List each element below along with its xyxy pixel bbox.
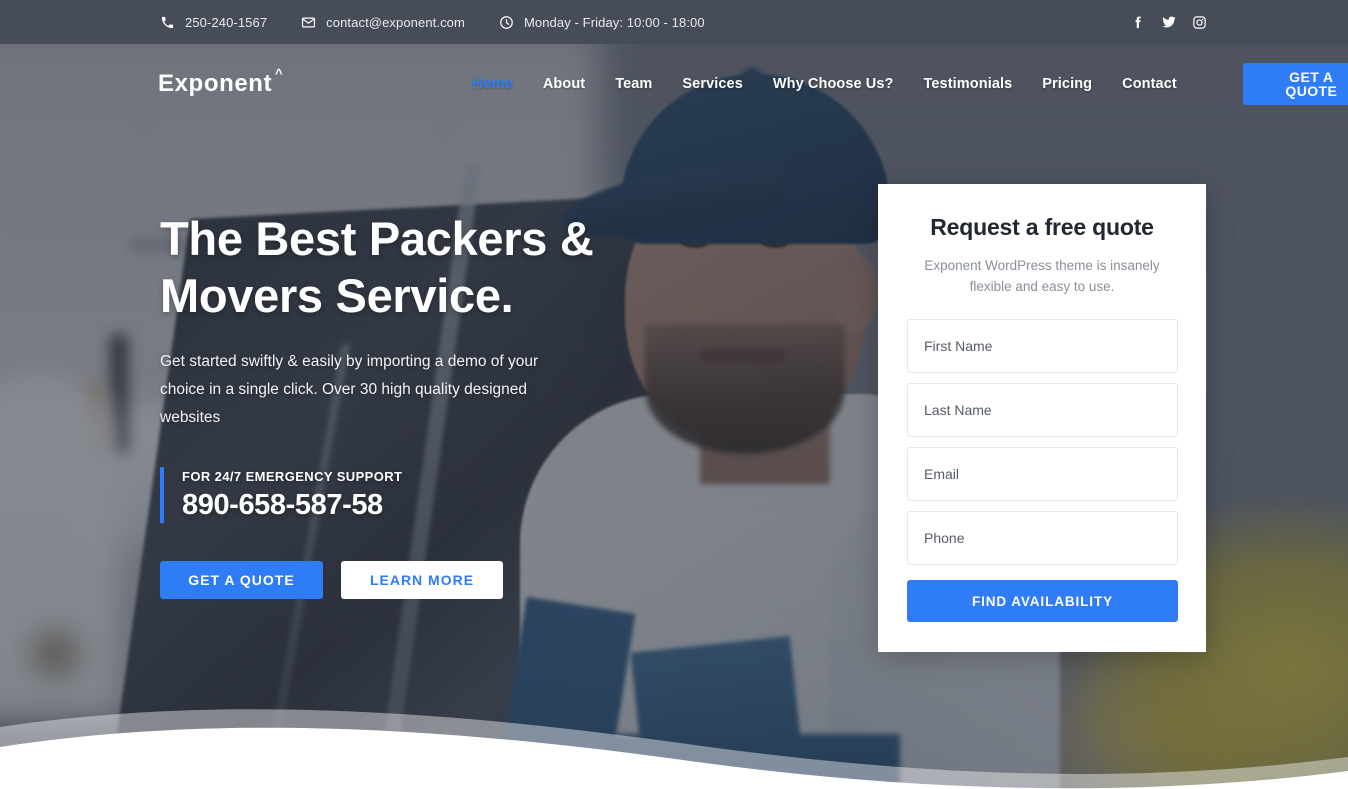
find-availability-button[interactable]: FIND AVAILABILITY — [907, 580, 1178, 622]
hero-get-a-quote-button[interactable]: GET A QUOTE — [160, 561, 323, 599]
quote-form-title: Request a free quote — [930, 214, 1154, 240]
phone-input[interactable] — [907, 511, 1178, 565]
top-bar-contact-group: 250-240-1567 contact@exponent.com Monday… — [160, 15, 705, 30]
nav-item-why-choose-us[interactable]: Why Choose Us? — [773, 76, 894, 92]
instagram-icon[interactable] — [1191, 14, 1208, 31]
twitter-icon[interactable] — [1160, 14, 1177, 31]
hero-title: The Best Packers & Movers Service. — [160, 210, 630, 324]
nav-item-pricing[interactable]: Pricing — [1042, 76, 1092, 92]
top-info-bar: 250-240-1567 contact@exponent.com Monday… — [0, 0, 1348, 44]
topbar-email[interactable]: contact@exponent.com — [301, 15, 465, 30]
site-logo-text: Exponent — [158, 70, 273, 97]
topbar-hours: Monday - Friday: 10:00 - 18:00 — [499, 15, 705, 30]
emergency-support-block: FOR 24/7 EMERGENCY SUPPORT 890-658-587-5… — [160, 467, 780, 523]
social-links — [1129, 14, 1208, 31]
emergency-support-label: FOR 24/7 EMERGENCY SUPPORT — [182, 468, 403, 484]
hero-button-group: GET A QUOTE LEARN MORE — [160, 561, 780, 599]
nav-item-home[interactable]: Home — [472, 76, 513, 92]
topbar-email-text: contact@exponent.com — [326, 14, 465, 30]
nav-item-services[interactable]: Services — [682, 76, 742, 92]
nav-get-a-quote-label: GET A QUOTE — [1285, 69, 1338, 99]
logo-caret-icon: ^ — [274, 66, 284, 81]
page-root: 250-240-1567 contact@exponent.com Monday… — [0, 0, 1348, 789]
topbar-phone[interactable]: 250-240-1567 — [160, 15, 267, 30]
last-name-input[interactable] — [907, 383, 1178, 437]
nav-item-about[interactable]: About — [543, 76, 585, 92]
site-logo[interactable]: Exponent ^ — [158, 66, 283, 98]
hero-title-line-1: The Best Packers & — [160, 212, 594, 265]
topbar-hours-text: Monday - Friday: 10:00 - 18:00 — [523, 14, 705, 30]
nav-item-testimonials[interactable]: Testimonials — [924, 76, 1013, 92]
nav-get-a-quote-button[interactable]: GET A QUOTE — [1242, 63, 1348, 105]
hero-learn-more-button[interactable]: LEARN MORE — [341, 561, 503, 599]
nav-item-team[interactable]: Team — [615, 76, 652, 92]
first-name-input[interactable] — [907, 319, 1178, 373]
email-input[interactable] — [907, 447, 1178, 501]
clock-icon — [499, 15, 514, 30]
phone-icon — [160, 15, 175, 30]
nav-item-contact[interactable]: Contact — [1122, 76, 1177, 92]
hero-subtitle: Get started swiftly & easily by importin… — [160, 353, 539, 426]
quote-form-subtitle: Exponent WordPress theme is insanely fle… — [924, 258, 1160, 294]
topbar-phone-text: 250-240-1567 — [185, 14, 268, 30]
nav-links: Home About Team Services Why Choose Us? … — [472, 63, 1348, 105]
main-navbar: Exponent ^ Home About Team Services Why … — [0, 44, 1348, 124]
facebook-icon[interactable] — [1129, 14, 1146, 31]
quote-form-card: Request a free quote Exponent WordPress … — [878, 184, 1206, 652]
quote-form-fields: FIND AVAILABILITY — [907, 319, 1178, 622]
hero-title-line-2: Movers Service. — [160, 269, 514, 322]
emergency-support-phone[interactable]: 890-658-587-58 — [182, 489, 780, 522]
envelope-icon — [301, 15, 316, 30]
hero-content: The Best Packers & Movers Service. Get s… — [160, 210, 780, 599]
